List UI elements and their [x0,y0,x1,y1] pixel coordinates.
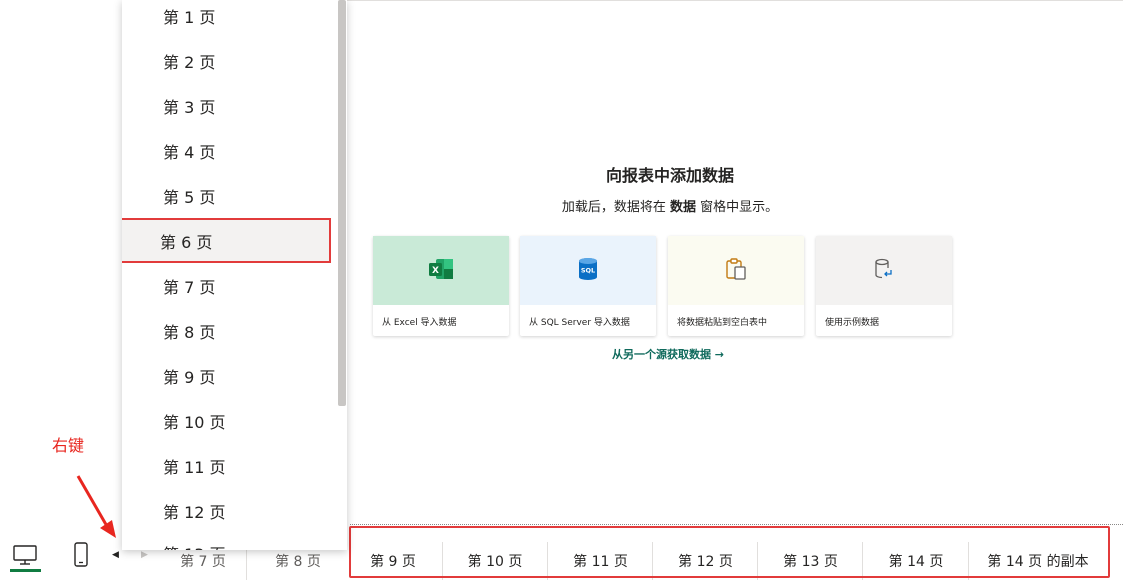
menu-item-page[interactable]: 第 3 页 [122,83,337,128]
import-excel-card[interactable]: X 从 Excel 导入数据 [373,236,509,336]
import-sql-card[interactable]: SQL 从 SQL Server 导入数据 [520,236,656,336]
menu-item-page[interactable]: 第 4 页 [122,128,337,173]
page-tab[interactable]: 第 13 页 [757,542,863,580]
menu-item-page[interactable]: 第 7 页 [122,263,337,308]
page-tab[interactable]: 第 14 页 的副本 [968,542,1107,580]
menu-item-page-selected[interactable]: 第 6 页 [122,218,331,263]
menu-item-page[interactable]: 第 10 页 [122,398,337,443]
import-excel-label: 从 Excel 导入数据 [382,318,457,328]
subtitle-bold-text: 数据 [669,200,696,215]
desktop-view-button[interactable] [10,540,40,570]
paste-data-card[interactable]: 将数据粘贴到空白表中 [668,236,804,336]
page-tab[interactable]: 第 10 页 [442,542,547,580]
menu-item-page[interactable]: 第 1 页 [122,0,337,38]
sample-data-card[interactable]: 使用示例数据 [816,236,952,336]
import-sql-label: 从 SQL Server 导入数据 [529,318,630,328]
menu-item-page[interactable]: 第 12 页 [122,488,337,533]
svg-text:SQL: SQL [581,266,595,274]
subtitle-text: 加载后，数据将在 [561,200,670,215]
right-click-annotation: 右键 [52,436,85,455]
svg-text:X: X [432,266,439,276]
excel-icon: X [428,258,454,284]
menu-item-page[interactable]: 第 5 页 [122,173,337,218]
menu-item-page[interactable]: 第 2 页 [122,38,337,83]
paste-icon [724,257,748,285]
mobile-view-button[interactable] [66,540,96,570]
page-tab[interactable]: 第 9 页 [352,542,434,580]
scroll-tabs-right-icon[interactable]: ▶ [141,550,148,560]
menu-item-page[interactable]: 第 13 页 [122,530,337,551]
page-tab[interactable]: 第 14 页 [862,542,969,580]
scroll-tabs-left-icon[interactable]: ◀ [112,550,119,560]
menu-item-page[interactable]: 第 11 页 [122,443,337,488]
page-tab[interactable]: 第 12 页 [652,542,758,580]
add-data-title: 向报表中添加数据 [605,166,734,185]
menu-item-page[interactable]: 第 9 页 [122,353,337,398]
subtitle-text-end: 窗格中显示。 [696,200,779,215]
sample-data-label: 使用示例数据 [825,318,880,328]
page-tab[interactable]: 第 11 页 [547,542,653,580]
paste-data-label: 将数据粘贴到空白表中 [677,318,768,328]
canvas-top-border [347,0,1123,1]
canvas-bottom-border [350,524,1123,525]
sample-data-icon [872,257,896,285]
menu-scrollbar-thumb[interactable] [338,0,346,406]
get-data-other-source-link[interactable]: 从另一个源获取数据 → [560,346,776,362]
page-list-context-menu: 第 1 页 第 2 页 第 3 页 第 4 页 第 5 页 第 6 页 第 7 … [122,0,347,550]
menu-item-page[interactable]: 第 8 页 [122,308,337,353]
add-data-subtitle: 加载后，数据将在 数据 窗格中显示。 [470,196,870,215]
phone-icon [74,542,88,567]
desktop-icon [13,545,37,565]
sql-icon: SQL [577,257,599,285]
desktop-view-active-indicator [10,569,41,572]
